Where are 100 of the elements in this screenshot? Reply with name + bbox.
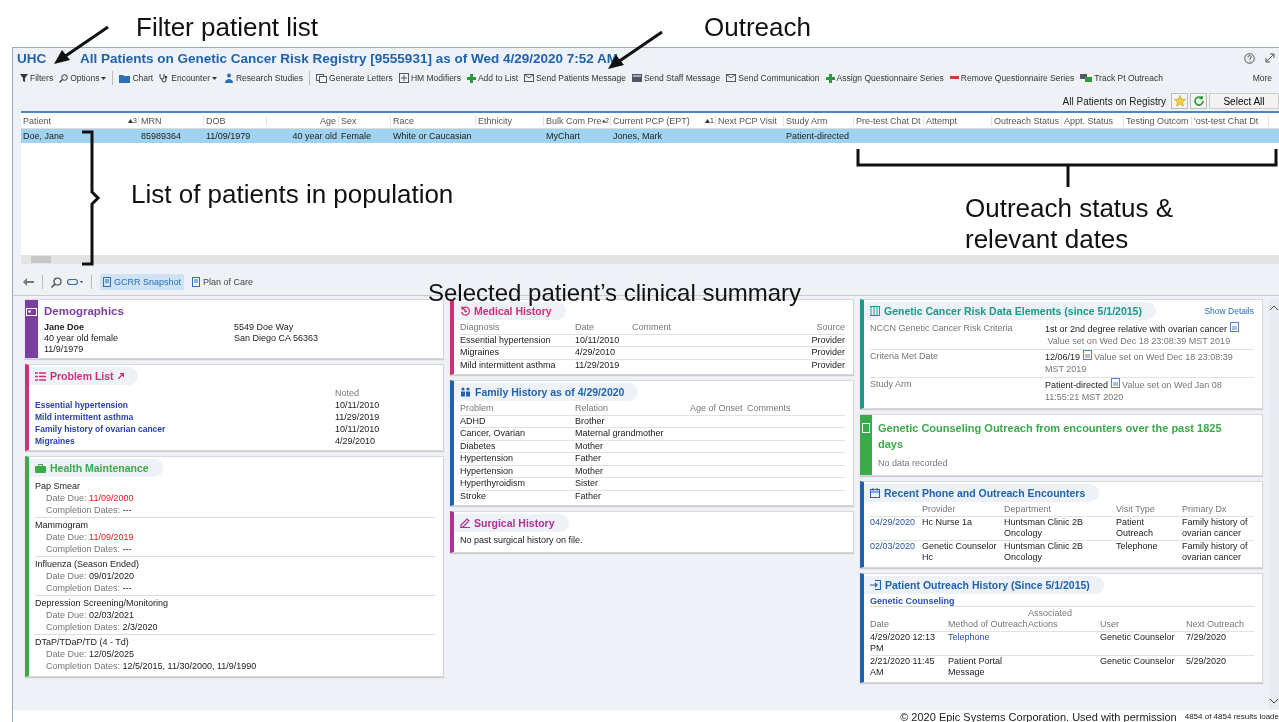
document-icon[interactable] — [1110, 378, 1120, 388]
letters-icon — [316, 73, 328, 83]
toolbar-button[interactable]: More — [1249, 73, 1275, 83]
snapshot-tab[interactable]: Plan of Care — [189, 274, 257, 290]
column-header[interactable]: Attempt — [926, 115, 957, 126]
scroll-down-icon[interactable] — [1270, 699, 1278, 704]
table-cell: Migraines — [460, 347, 499, 357]
table-cell: Stroke — [460, 490, 486, 501]
column-header[interactable]: Race — [393, 115, 414, 126]
problem-link[interactable]: Mild intermittent asthma — [35, 411, 335, 423]
column-header: Problem — [460, 403, 494, 413]
column-header: Date — [870, 619, 889, 629]
document-icon[interactable] — [1082, 350, 1092, 360]
toolbar-button[interactable]: Remove Questionnaire Series — [946, 73, 1078, 83]
table-cell: Family history of ovarian cancer — [1182, 516, 1248, 538]
select-all-button[interactable]: Select All — [1209, 93, 1279, 109]
plus-box-icon — [398, 73, 409, 83]
scroll-up-icon[interactable] — [1270, 305, 1278, 310]
column-header[interactable]: 'ost-test Chat Dt — [1194, 115, 1259, 126]
column-header: Date — [575, 322, 594, 332]
refresh-button[interactable] — [1190, 93, 1207, 109]
toolbar-button[interactable]: Encounter — [156, 73, 220, 83]
column-header[interactable]: Patient — [23, 115, 52, 126]
toolbar-button[interactable]: Track Pt Outreach — [1077, 73, 1166, 83]
column-header[interactable]: Study Arm — [786, 115, 828, 126]
table-cell: Hypertension — [460, 465, 513, 476]
toolbar-button[interactable]: HM Modifiers — [395, 73, 464, 83]
toolbar-button[interactable]: Send Staff Message — [628, 73, 724, 83]
toolbar-button[interactable]: Generate Letters — [313, 73, 396, 83]
medical-bag-icon — [35, 463, 46, 473]
callout-label: List of patients in population — [131, 181, 454, 207]
table-cell: Huntsman Clinic 2B Oncology — [1004, 516, 1084, 538]
table-cell: Mild intermittent asthma — [460, 359, 556, 370]
horizontal-scrollbar[interactable] — [21, 255, 1279, 264]
column-header: Diagnosis — [460, 322, 500, 332]
sort-arrow-icon — [705, 118, 711, 123]
toolbar-button[interactable]: Add to List — [463, 73, 522, 83]
column-header[interactable]: MRN — [141, 115, 162, 126]
search-icon — [59, 73, 69, 83]
toolbar-button[interactable]: Filters — [17, 73, 57, 83]
table-cell: Hyperthyroidism — [460, 478, 525, 488]
help-icon[interactable] — [1244, 53, 1255, 64]
table-cell[interactable]: 04/29/2020 — [870, 516, 916, 527]
show-details-link[interactable]: Show Details — [1204, 306, 1254, 316]
toolbar-button[interactable]: Research Studies — [220, 73, 307, 83]
table-cell: Cancer, Ovarian — [460, 428, 525, 438]
noted-date: 10/11/2010 — [335, 399, 381, 411]
table-cell: Telephone — [1116, 540, 1158, 551]
completion-dates: --- — [122, 544, 132, 554]
column-header[interactable]: DOB — [206, 115, 226, 126]
due-date: 11/09/2019 — [89, 532, 134, 542]
table-cell: Genetic Counselor Hc — [922, 540, 997, 562]
column-header[interactable]: Age — [320, 115, 336, 126]
toolbar-button[interactable]: Options — [56, 73, 110, 83]
column-header[interactable]: Next PCP Visit — [718, 115, 777, 126]
table-cell: Patient-directed — [786, 131, 850, 141]
toolbar-button[interactable]: Send Communication — [723, 73, 823, 83]
vertical-scrollbar[interactable] — [1269, 299, 1279, 710]
column-header[interactable]: Pre-test Chat Dt — [856, 115, 921, 126]
table-cell: Sister — [575, 478, 598, 488]
table-cell[interactable]: 02/03/2020 — [870, 540, 916, 551]
toolbar-button[interactable]: Assign Questionnaire Series — [822, 73, 947, 83]
table-cell: 85989364 — [141, 131, 182, 141]
table-cell: Hc Nurse 1a — [922, 516, 973, 527]
table-cell: Maternal grandmother — [575, 428, 664, 438]
patient-row[interactable]: Doe, Jane 85989364 11/09/1979 40 year old Female White or Caucasian MyChart Jones, Mark Patient-directed — [21, 129, 1279, 143]
column-header[interactable]: Ethnicity — [478, 115, 512, 126]
snapshot-tab[interactable]: GCRR Snapshot — [100, 274, 185, 290]
list-name: All Patients on Registry — [1062, 95, 1166, 107]
column-header[interactable]: Sex — [341, 115, 357, 126]
document-icon[interactable] — [1229, 322, 1239, 332]
problem-link[interactable]: Essential hypertension — [35, 399, 335, 411]
card-title: Recent Phone and Outreach Encounters — [864, 484, 1100, 502]
table-cell: Provider — [811, 347, 845, 357]
table-cell: Jones, Mark — [613, 131, 663, 141]
completion-label: Completion Dates: — [46, 544, 121, 554]
element-label: Criteria Met Date — [870, 350, 940, 363]
pencil-icon — [460, 518, 470, 528]
column-header: Visit Type — [1116, 504, 1155, 514]
column-header[interactable]: Bulk Com Pre — [546, 115, 602, 126]
toolbar-button[interactable]: Chart — [116, 73, 157, 83]
column-header[interactable]: Appt. Status — [1064, 115, 1114, 126]
table-cell: Genetic Counselor — [1100, 631, 1175, 642]
column-header[interactable]: Current PCP (EPT) — [613, 115, 690, 126]
problem-link[interactable]: Migraines — [35, 435, 335, 447]
column-header[interactable]: Testing Outcom — [1126, 115, 1189, 126]
expand-icon[interactable] — [1265, 53, 1275, 63]
search-icon[interactable] — [51, 276, 62, 288]
table-cell: Huntsman Clinic 2B Oncology — [1004, 540, 1084, 562]
toolbar-button[interactable]: Send Patients Message — [521, 73, 629, 83]
completion-label: Completion Dates: — [46, 583, 121, 593]
element-value: Patient-directed Value set on Wed Jan 08 11:55:21 MST 2020 — [1045, 378, 1223, 403]
card-title: Problem List — [29, 367, 138, 385]
column-header: Next Outreach — [1186, 619, 1245, 629]
back-arrow-icon[interactable] — [23, 278, 34, 286]
mail-icon — [726, 74, 737, 82]
problem-link[interactable]: Family history of ovarian cancer — [35, 423, 335, 435]
table-cell: 4/29/2010 — [575, 347, 616, 357]
history-icon — [460, 306, 470, 316]
column-header[interactable]: Outreach Status — [994, 115, 1060, 126]
